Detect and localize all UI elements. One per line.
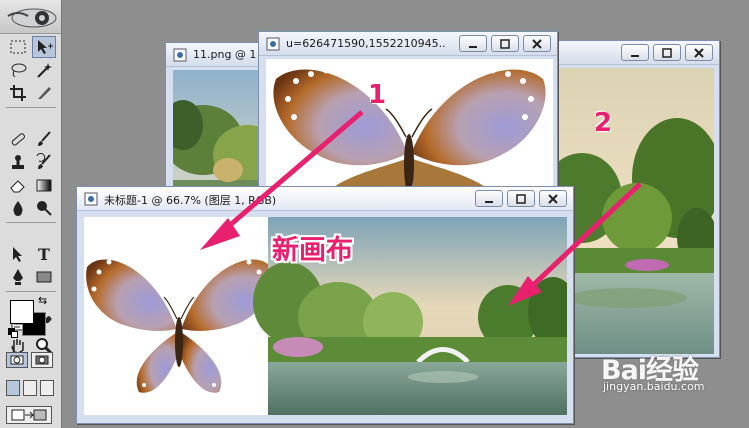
foreground-color-swatch[interactable] [10,300,34,324]
step-label-1: 1 [368,80,387,110]
new-canvas-label: 新画布 [272,235,353,266]
watermark-url: jingyan.baidu.com [603,380,705,393]
baidu-jingyan-watermark: Bai经验 jingyan.baidu.com [601,348,711,393]
step-label-2: 2 [594,108,613,138]
